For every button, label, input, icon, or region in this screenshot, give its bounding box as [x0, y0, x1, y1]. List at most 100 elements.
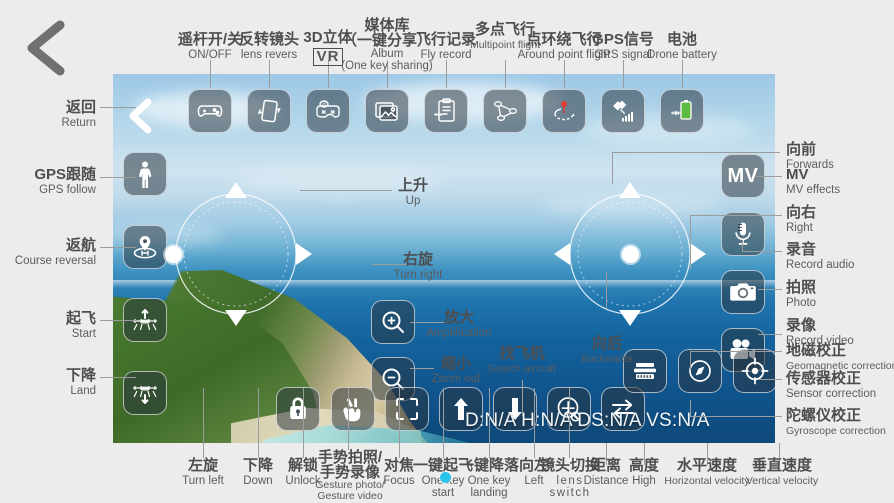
leader-line	[756, 176, 782, 177]
leader-line	[742, 240, 743, 251]
callout-turn-right: 右旋 Turn right	[375, 251, 461, 282]
icon-gyroscope-correction[interactable]	[733, 349, 775, 393]
leader-line	[690, 351, 782, 352]
callout-amplification: 放大 Amplification	[411, 309, 507, 340]
leader-line	[100, 177, 136, 178]
label-cn: GPS跟随	[34, 166, 96, 183]
label-en: Right	[786, 221, 813, 234]
label-en: Start	[71, 327, 96, 340]
screen-back-icon[interactable]	[127, 98, 153, 139]
callout-record-audio: 录音 Record audio	[786, 241, 855, 272]
leader-line	[758, 334, 782, 335]
callout-photo: 拍照 Photo	[786, 279, 817, 310]
cursor-dot	[440, 472, 451, 483]
svg-text:VR: VR	[322, 102, 327, 106]
label-en: MV effects	[786, 183, 841, 196]
label-cn: 向前	[786, 141, 817, 158]
leader-line	[758, 289, 782, 290]
label-en: Up	[405, 194, 421, 207]
label-cn: 向后	[591, 335, 622, 352]
icon-unlock[interactable]	[276, 387, 320, 431]
callout-right: 向右 Right	[786, 204, 817, 235]
label-cn: 地磁校正	[786, 342, 847, 359]
leader-line	[758, 379, 782, 380]
leader-line	[203, 388, 204, 458]
label-cn: 下降	[65, 367, 96, 384]
callout-mv-effects: MV MV effects	[786, 166, 841, 197]
icon-gesture-photo-video[interactable]	[331, 387, 375, 431]
label-cn: 返回	[65, 99, 96, 116]
label-cn: MV	[786, 166, 809, 183]
label-cn: 陀螺仪校正	[786, 407, 862, 424]
callout-drone-battery: 电池 Drone battery	[634, 31, 730, 62]
leader-line	[489, 388, 490, 458]
callout-vertical-velocity: 垂直速度 Vertical velocity	[735, 457, 829, 487]
icon-focus[interactable]	[385, 387, 429, 431]
icon-joystick-onoff[interactable]	[188, 89, 232, 133]
diagram-canvas: VR MV D:N/A H:N/A DS:N/A VS:N/A 遥杆开/关 ON…	[0, 0, 894, 502]
leader-line	[303, 388, 304, 458]
leader-line	[505, 60, 506, 88]
leader-line	[446, 60, 447, 88]
label-en: Drone battery	[647, 48, 717, 61]
label-cn: 返航	[65, 237, 96, 254]
label-cn: 起飞	[65, 310, 96, 327]
label-cn: 向右	[786, 204, 817, 221]
leader-line	[269, 60, 270, 88]
label-cn: 录像	[786, 317, 817, 334]
icon-multipoint-flight[interactable]	[483, 89, 527, 133]
label-en: Vertical velocity	[745, 474, 819, 487]
label-en: Turn right	[393, 268, 443, 281]
leader-line	[534, 388, 535, 458]
label-en: Photo	[786, 296, 817, 309]
back-arrow-icon[interactable]	[22, 20, 68, 81]
icon-gps-follow[interactable]	[123, 152, 167, 196]
callout-land: 下降 Land	[0, 367, 96, 398]
leader-line	[569, 388, 570, 458]
right-joystick[interactable]	[554, 182, 706, 326]
leader-line	[399, 388, 400, 458]
leader-line	[100, 247, 136, 248]
icon-drone-battery[interactable]	[660, 89, 704, 133]
leader-line	[100, 320, 136, 321]
callout-gyroscope-correction: 陀螺仪校正 Gyroscope correction	[786, 407, 886, 437]
leader-line	[564, 60, 565, 88]
label-en-2: switch	[549, 487, 591, 500]
label-en: Return	[61, 116, 96, 129]
icon-lens-reverse[interactable]	[247, 89, 291, 133]
icon-gps-signal[interactable]	[601, 89, 645, 133]
label-en: Sensor correction	[786, 387, 877, 400]
icon-fly-record[interactable]	[424, 89, 468, 133]
leader-line	[690, 351, 691, 370]
leader-line	[100, 107, 136, 108]
label-cn: 上升	[397, 177, 428, 194]
icon-album[interactable]	[365, 89, 409, 133]
label-en: GPS follow	[39, 183, 96, 196]
leader-line	[443, 388, 444, 458]
callout-backwards: 向后 Backwards	[564, 335, 650, 365]
callout-course-reversal: 返航 Course reversal	[0, 237, 96, 268]
label-en: Backwards	[581, 352, 633, 365]
label-cn: 传感器校正	[786, 370, 862, 387]
label-en: Amplification	[426, 326, 492, 339]
label-cn: 垂直速度	[751, 457, 812, 474]
label-en: Search aircraft	[487, 362, 557, 375]
left-joystick[interactable]	[165, 182, 312, 326]
icon-around-point-flight[interactable]	[542, 89, 586, 133]
icon-photo[interactable]	[721, 270, 765, 314]
callout-return: 返回 Return	[0, 99, 96, 130]
icon-record-audio[interactable]	[721, 212, 765, 256]
icon-sensor-correction[interactable]	[678, 349, 722, 393]
callout-sensor-correction: 传感器校正 Sensor correction	[786, 370, 877, 401]
icon-vr-3d[interactable]: VR	[306, 89, 350, 133]
callout-start: 起飞 Start	[0, 310, 96, 341]
callout-geomagnetic-correction: 地磁校正 Geomagnetic correction	[786, 342, 894, 372]
callout-search-aircraft: 找飞机 Search aircraft	[477, 345, 567, 375]
label-en-2: Gesture video	[317, 490, 383, 503]
icon-zoom-in[interactable]	[371, 300, 415, 344]
leader-line	[522, 380, 523, 416]
label-en: Record audio	[786, 258, 855, 271]
label-cn: 电池	[666, 31, 697, 48]
leader-line	[100, 377, 136, 378]
leader-line	[612, 152, 780, 153]
